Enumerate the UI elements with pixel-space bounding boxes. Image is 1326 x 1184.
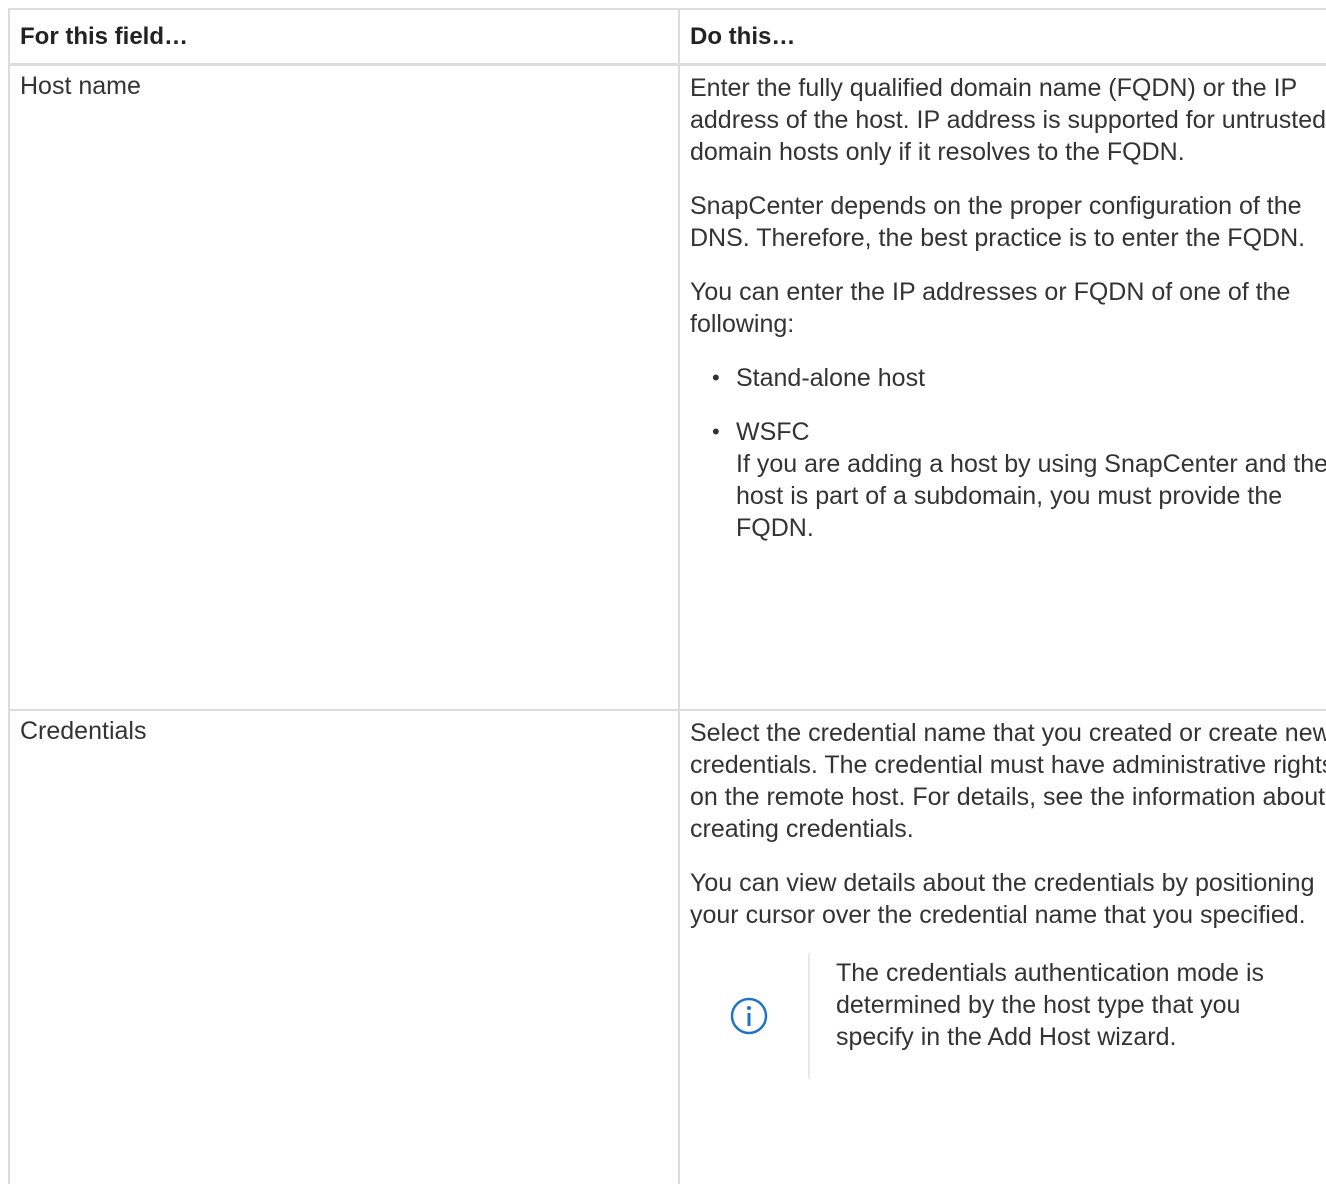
bullet-icon: • [712, 419, 720, 444]
list-item: • WSFC If you are adding a host by using… [690, 416, 1326, 544]
action-cell: Enter the fully qualified domain name (F… [680, 66, 1326, 711]
note-text: The credentials authentication mode is d… [836, 959, 1265, 1051]
paragraph: You can enter the IP addresses or FQDN o… [690, 278, 1291, 338]
paragraph: Enter the fully qualified domain name (F… [690, 74, 1326, 166]
table-header-row: For this field… Do this… [10, 10, 1326, 66]
paragraph: Select the credential name that you crea… [690, 719, 1326, 843]
info-note: The credentials authentication mode is d… [690, 953, 1326, 1079]
fields-table: For this field… Do this… Host name Enter… [8, 8, 1326, 1184]
table-row-credentials: Credentials Select the credential name t… [10, 711, 1326, 1184]
bullet-icon: • [712, 365, 720, 390]
list-item-title: WSFC [736, 418, 810, 446]
list-item-title: Stand-alone host [736, 364, 926, 392]
note-icon-column [690, 953, 810, 1079]
header-field: For this field… [10, 10, 680, 66]
bullet-list: • Stand-alone host • WSFC If you are add… [690, 362, 1326, 544]
list-item-detail: If you are adding a host by using SnapCe… [736, 450, 1326, 542]
list-item: • Stand-alone host [690, 362, 1326, 394]
info-icon [730, 997, 768, 1035]
field-cell: Credentials [10, 711, 680, 1184]
table-row-host-name: Host name Enter the fully qualified doma… [10, 66, 1326, 711]
header-action: Do this… [680, 10, 1326, 66]
field-label: Host name [20, 72, 141, 100]
action-cell: Select the credential name that you crea… [680, 711, 1326, 1184]
field-cell: Host name [10, 66, 680, 711]
paragraph: SnapCenter depends on the proper configu… [690, 192, 1306, 252]
field-label: Credentials [20, 717, 147, 745]
paragraph: You can view details about the credentia… [690, 869, 1315, 929]
